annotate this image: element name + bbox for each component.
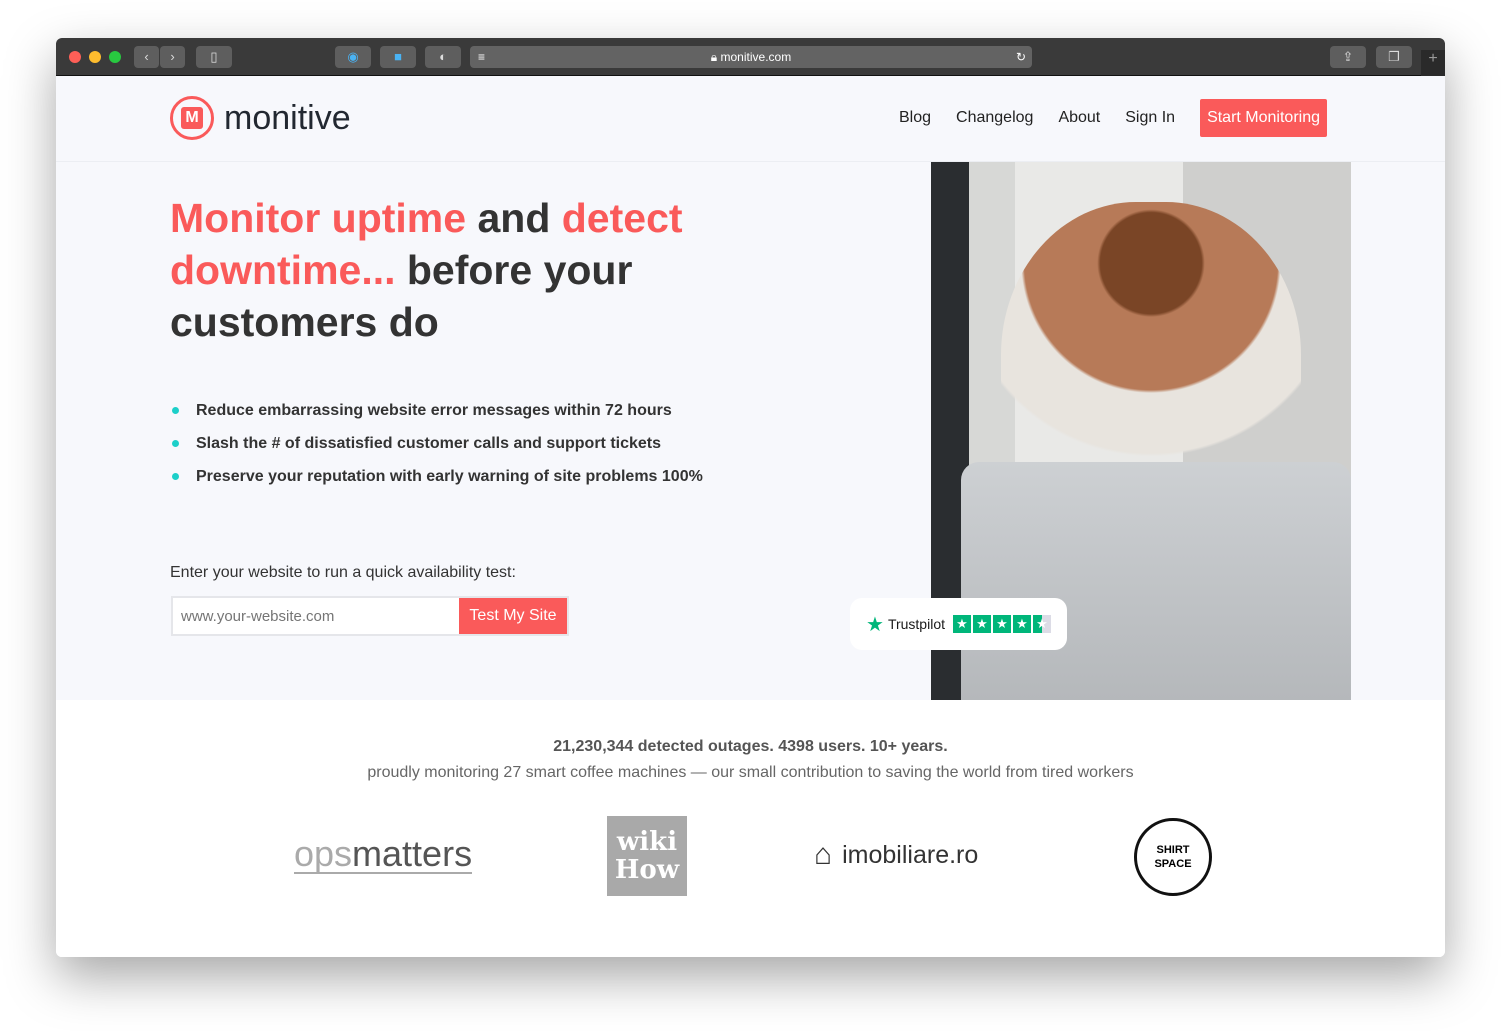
form-label: Enter your website to run a quick availa… [170, 564, 516, 581]
hero-title: Monitor uptime and detect downtime... be… [170, 192, 730, 348]
share-icon[interactable]: ⇪ [1330, 46, 1366, 68]
logo-text: matters [352, 833, 473, 874]
stats: 21,230,344 detected outages. 4398 users.… [56, 738, 1445, 782]
client-logos: opsmatters wiki How ⌂ imobiliare.ro SHIRT … [56, 816, 1445, 896]
nav-sign-in[interactable]: Sign In [1125, 109, 1175, 127]
half-star-icon: ★ [1033, 615, 1051, 633]
trustpilot-badge[interactable]: ★ Trustpilot ★ ★ ★ ★ ★ [850, 598, 1067, 650]
logo-text: ops [294, 833, 353, 874]
website-input[interactable] [173, 598, 459, 634]
star-icon: ★ [1013, 615, 1031, 633]
stats-sub: proudly monitoring 27 smart coffee machi… [367, 764, 1134, 781]
back-icon[interactable]: ‹ [134, 46, 159, 68]
browser-toolbar: ‹ › ▯ ◉ ■ ◐ ≡ 🔒︎ monitive.com ↻ ⇪ ❐ + [56, 38, 1445, 76]
rating-stars: ★ ★ ★ ★ ★ [953, 615, 1051, 633]
sidebar-icon[interactable]: ▯ [196, 46, 232, 68]
browser-window: ‹ › ▯ ◉ ■ ◐ ≡ 🔒︎ monitive.com ↻ ⇪ ❐ + M … [56, 38, 1445, 957]
new-tab-icon[interactable]: + [1421, 50, 1445, 76]
trustpilot-star-icon: ★ [866, 613, 884, 636]
stats-headline: 21,230,344 detected outages. 4398 users.… [553, 738, 948, 755]
1password-icon[interactable]: ◉ [335, 46, 371, 68]
nav-menu: Blog Changelog About Sign In Start Monit… [899, 99, 1327, 137]
star-icon: ★ [953, 615, 971, 633]
logo-text: wiki [616, 827, 678, 857]
list-item: Preserve your reputation with early warn… [172, 468, 703, 486]
forward-icon[interactable]: › [160, 46, 185, 68]
minimize-button[interactable] [89, 51, 101, 63]
logo-text: imobiliare.ro [842, 840, 979, 869]
reload-icon[interactable]: ↻ [1016, 46, 1026, 68]
brand-logo[interactable]: M monitive [170, 96, 351, 140]
title-part: Monitor uptime [170, 195, 467, 241]
shield-icon[interactable]: ◐ [425, 46, 461, 68]
benefit-list: Reduce embarrassing website error messag… [172, 402, 703, 501]
nav-about[interactable]: About [1058, 109, 1100, 127]
logo-text: SHIRT SPACE [1154, 844, 1192, 870]
nav-blog[interactable]: Blog [899, 109, 931, 127]
tabs-icon[interactable]: ❐ [1376, 46, 1412, 68]
trustpilot-name: Trustpilot [887, 616, 945, 632]
laptop-image [961, 462, 1351, 700]
lock-icon: 🔒︎ [710, 50, 718, 64]
test-form: Test My Site [171, 596, 569, 636]
house-icon: ⌂ [814, 838, 833, 871]
logo-icon: M [170, 96, 214, 140]
nav-changelog[interactable]: Changelog [956, 109, 1033, 127]
logo-text: How [614, 855, 680, 885]
page: M monitive Blog Changelog About Sign In … [56, 76, 1445, 957]
start-monitoring-button[interactable]: Start Monitoring [1200, 99, 1327, 137]
opsmatters-logo: opsmatters [294, 833, 473, 874]
star-icon: ★ [993, 615, 1011, 633]
close-button[interactable] [69, 51, 81, 63]
test-my-site-button[interactable]: Test My Site [459, 598, 567, 634]
bookmark-icon[interactable]: ■ [380, 46, 416, 68]
wikihow-logo: wiki How [607, 816, 687, 896]
address-bar[interactable]: ≡ 🔒︎ monitive.com ↻ [470, 46, 1032, 68]
url-text: monitive.com [720, 50, 792, 64]
title-part: and [466, 195, 562, 241]
top-nav: M monitive Blog Changelog About Sign In … [56, 76, 1445, 162]
brand-name: monitive [224, 98, 351, 137]
hero: Monitor uptime and detect downtime... be… [56, 162, 1445, 700]
reader-icon[interactable]: ≡ [478, 46, 485, 68]
imobiliare-logo: ⌂ imobiliare.ro [814, 838, 978, 872]
list-item: Reduce embarrassing website error messag… [172, 402, 703, 420]
shirtspace-logo: SHIRT SPACE [1134, 818, 1212, 896]
logo-letter: M [181, 107, 203, 129]
list-item: Slash the # of dissatisfied customer cal… [172, 435, 703, 453]
star-icon: ★ [973, 615, 991, 633]
maximize-button[interactable] [109, 51, 121, 63]
